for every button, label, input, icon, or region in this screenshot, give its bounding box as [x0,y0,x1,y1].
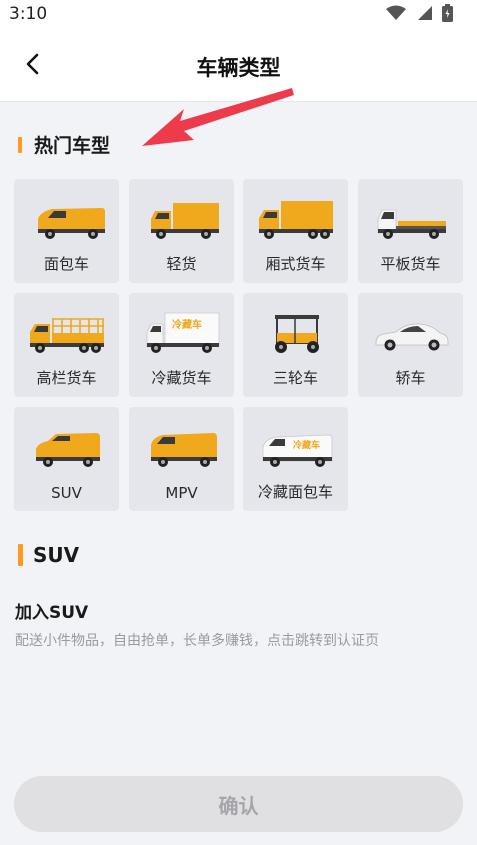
flatbed-truck-icon [377,209,446,239]
vehicle-label: SUV [51,484,82,502]
vehicle-label: 厢式货车 [265,255,326,273]
light-truck-icon [151,203,219,239]
vehicle-card-refrigerated-truck[interactable]: 冷藏车 冷藏货车 [129,293,234,397]
box-truck-icon [259,201,333,239]
battery-icon [442,4,453,26]
nav-bar: 车辆类型 [0,30,477,102]
vehicle-label: 冷藏货车 [151,369,212,387]
vehicle-card-mpv[interactable]: MPV [129,407,234,511]
section-accent-bar [18,136,22,153]
selected-section-header: SUV [18,543,79,567]
mpv-icon [151,433,217,467]
van-icon [38,208,105,239]
section-accent-bar [18,544,23,566]
vehicle-label: 轻货 [166,255,197,273]
vehicle-label: 面包车 [43,255,89,273]
high-fence-truck-icon [30,318,104,353]
vehicle-card-van[interactable]: 面包车 [14,179,119,283]
vehicle-card-box-truck[interactable]: 厢式货车 [243,179,348,283]
hot-section-title: 热门车型 [34,135,111,157]
selected-section-title: SUV [33,543,80,567]
van-decal-text: 冷藏车 [293,439,320,451]
vehicle-label: 轿车 [395,369,426,387]
cellular-signal-icon [416,5,432,25]
refrigerated-truck-icon: 冷藏车 [146,312,220,353]
sedan-icon [375,323,449,351]
vehicle-label: MPV [165,484,198,502]
join-description[interactable]: 配送小件物品，自由抢单，长单多赚钱，点击跳转到认证页 [15,630,379,650]
status-time: 3:10 [9,4,48,24]
page-title: 车辆类型 [196,56,281,80]
vehicle-card-sedan[interactable]: 轿车 [358,293,463,397]
status-icons [386,4,453,26]
vehicle-label: 高栏货车 [36,369,97,387]
vehicle-card-high-fence-truck[interactable]: 高栏货车 [14,293,119,397]
tricycle-icon [275,315,319,353]
join-title[interactable]: 加入SUV [15,598,88,623]
hot-section-header: 热门车型 [18,131,110,158]
refrigerated-van-icon: 冷藏车 [262,434,333,467]
confirm-button[interactable]: 确认 [14,776,463,832]
vehicle-card-flatbed-truck[interactable]: 平板货车 [358,179,463,283]
vehicle-label: 冷藏面包车 [257,483,333,501]
vehicle-card-suv[interactable]: SUV [14,407,119,511]
vehicle-label: 平板货车 [380,255,441,273]
vehicle-card-tricycle[interactable]: 三轮车 [243,293,348,397]
vehicle-card-light-truck[interactable]: 轻货 [129,179,234,283]
wifi-icon [386,5,406,25]
vehicle-label: 三轮车 [272,369,318,387]
truck-decal-text: 冷藏车 [172,318,202,331]
vehicle-card-refrigerated-van[interactable]: 冷藏车 冷藏面包车 [243,407,348,511]
suv-icon [36,433,100,467]
status-bar: 3:10 [0,0,477,30]
